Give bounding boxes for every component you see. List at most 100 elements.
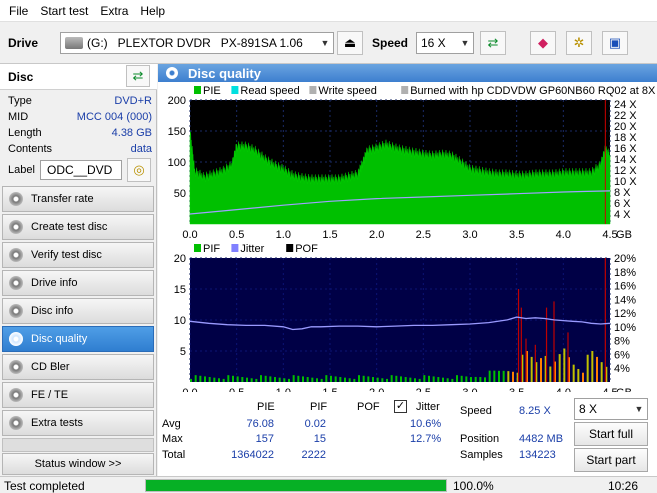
nav-fe-te[interactable]: FE / TE xyxy=(2,382,154,408)
max-pif: 15 xyxy=(313,433,326,445)
checkmark-icon: ✓ xyxy=(395,400,406,412)
pif-bar xyxy=(390,375,393,382)
disc-mid-value: MCC 004 (000) xyxy=(76,111,152,123)
jitter-checkbox[interactable]: ✓ xyxy=(394,400,407,413)
refresh-speed-button[interactable]: ⇄ xyxy=(480,31,506,55)
save-button[interactable]: ▣ xyxy=(602,31,628,55)
disc-icon xyxy=(9,360,23,374)
menu-file[interactable]: File xyxy=(3,4,34,18)
drive-select[interactable]: (G:) PLEXTOR DVDR PX-891SA 1.06 ▼ xyxy=(60,32,334,54)
nav-extra-tests[interactable]: Extra tests xyxy=(2,410,154,436)
disc-icon xyxy=(9,276,23,290)
pif-bar xyxy=(498,370,500,382)
y2-tick-label: 12% xyxy=(614,308,636,320)
erase-button[interactable]: ◆ xyxy=(530,31,556,55)
pif-bar xyxy=(446,378,449,382)
x-tick-label: 1.5 xyxy=(322,387,337,392)
x-tick-label: 3.5 xyxy=(509,229,524,240)
pie-chart: PIE Read speed Write speed Burned with hp C… xyxy=(168,85,656,240)
start-part-button[interactable]: Start part xyxy=(574,448,648,472)
pif-bar xyxy=(348,378,351,382)
pif-bar xyxy=(311,377,314,382)
pif-bar xyxy=(586,354,589,382)
y-tick-label: 20 xyxy=(174,253,186,265)
menu-start-test[interactable]: Start test xyxy=(34,4,94,18)
start-full-button[interactable]: Start full xyxy=(574,422,648,446)
disc-icon xyxy=(9,192,23,206)
x-tick-label: 3.0 xyxy=(462,387,477,392)
speed-select[interactable]: 16 X ▼ xyxy=(416,32,474,54)
progress-bar xyxy=(145,479,447,492)
avg-pif: 0.02 xyxy=(304,418,326,430)
pif-bar xyxy=(227,375,230,382)
pif-bar xyxy=(278,377,281,382)
nav-disc-quality[interactable]: Disc quality xyxy=(2,326,154,352)
pif-bar xyxy=(488,370,491,382)
y2-tick-label: 6 X xyxy=(614,198,631,210)
pif-bar xyxy=(288,378,290,382)
y2-tick-label: 20% xyxy=(614,253,636,265)
speed-stat-label: Speed xyxy=(460,405,492,417)
refresh-disc-button[interactable]: ⇄ xyxy=(126,65,150,87)
disc-icon xyxy=(9,332,23,346)
x-tick-label: 3.0 xyxy=(462,229,477,240)
pif-bar xyxy=(236,376,239,382)
pif-bar xyxy=(250,378,253,382)
nav-transfer-rate[interactable]: Transfer rate xyxy=(2,186,154,212)
y2-tick-label: 4 X xyxy=(614,209,631,221)
eject-button[interactable]: ⏏ xyxy=(337,31,363,55)
legend-label: PIF xyxy=(203,243,220,255)
chevron-down-icon: ▼ xyxy=(634,404,644,414)
nav-label: Extra tests xyxy=(31,417,83,429)
panel-title: Disc quality xyxy=(188,65,261,81)
pif-bar xyxy=(208,377,211,382)
status-window-button[interactable]: Status window >> xyxy=(2,453,154,475)
eraser-icon: ◆ xyxy=(538,35,548,50)
x-unit-label: GB xyxy=(616,387,632,392)
pif-bar xyxy=(582,372,584,382)
nav-drive-info[interactable]: Drive info xyxy=(2,270,154,296)
y-tick-label: 150 xyxy=(168,126,186,138)
col-header-jitter: Jitter xyxy=(416,401,440,413)
y-tick-label: 50 xyxy=(174,188,186,200)
pif-bar xyxy=(358,375,360,382)
nav-label: FE / TE xyxy=(31,389,69,401)
disc-row-contents: Contents data xyxy=(8,143,152,155)
pif-chart: PIF Jitter POF 5 10 15 20 0.0 0.5 1.0 1.5 2.0 2.5 3.0… xyxy=(174,243,636,392)
y2-tick-label: 24 X xyxy=(614,99,637,111)
refresh-icon: ⇄ xyxy=(487,35,499,50)
menu-bar: File Start test Extra Help xyxy=(0,0,657,22)
options-button[interactable]: ✲ xyxy=(566,31,592,55)
settings-icon: ✲ xyxy=(573,35,585,50)
disc-label-value: ODC__DVD xyxy=(47,163,113,177)
legend-swatch xyxy=(194,244,201,252)
y2-tick-label: 18% xyxy=(614,267,636,279)
disc-label-input[interactable]: ODC__DVD xyxy=(40,160,122,180)
apply-label-button[interactable]: ◎ xyxy=(127,158,151,182)
nav-spacer xyxy=(2,438,154,452)
col-header-pof: POF xyxy=(357,401,380,413)
progress-percent: 100.0% xyxy=(453,479,494,493)
pif-bar xyxy=(199,375,202,382)
pif-bar xyxy=(404,377,407,382)
panel-titlebar: Disc quality xyxy=(158,64,657,82)
nav-verify-test-disc[interactable]: Verify test disc xyxy=(2,242,154,268)
y2-tick-label: 10% xyxy=(614,322,636,334)
legend-label: Read speed xyxy=(240,85,299,97)
nav-disc-info[interactable]: Disc info xyxy=(2,298,154,324)
pif-bar xyxy=(302,376,304,382)
pif-bar xyxy=(456,375,458,382)
test-speed-select[interactable]: 8 X ▼ xyxy=(574,398,648,420)
row-label-total: Total xyxy=(162,449,186,461)
drive-select-value: (G:) PLEXTOR DVDR PX-891SA 1.06 xyxy=(87,36,303,50)
disc-key: Type xyxy=(8,95,32,107)
pif-bar xyxy=(204,376,206,382)
nav-cd-bler[interactable]: CD Bler xyxy=(2,354,154,380)
menu-extra[interactable]: Extra xyxy=(94,4,134,18)
menu-help[interactable]: Help xyxy=(134,4,171,18)
nav-create-test-disc[interactable]: Create test disc xyxy=(2,214,154,240)
disc-header: Disc ⇄ xyxy=(0,64,157,90)
disc-icon xyxy=(9,248,23,262)
status-text: Test completed xyxy=(4,479,85,493)
pif-bar xyxy=(465,376,468,382)
